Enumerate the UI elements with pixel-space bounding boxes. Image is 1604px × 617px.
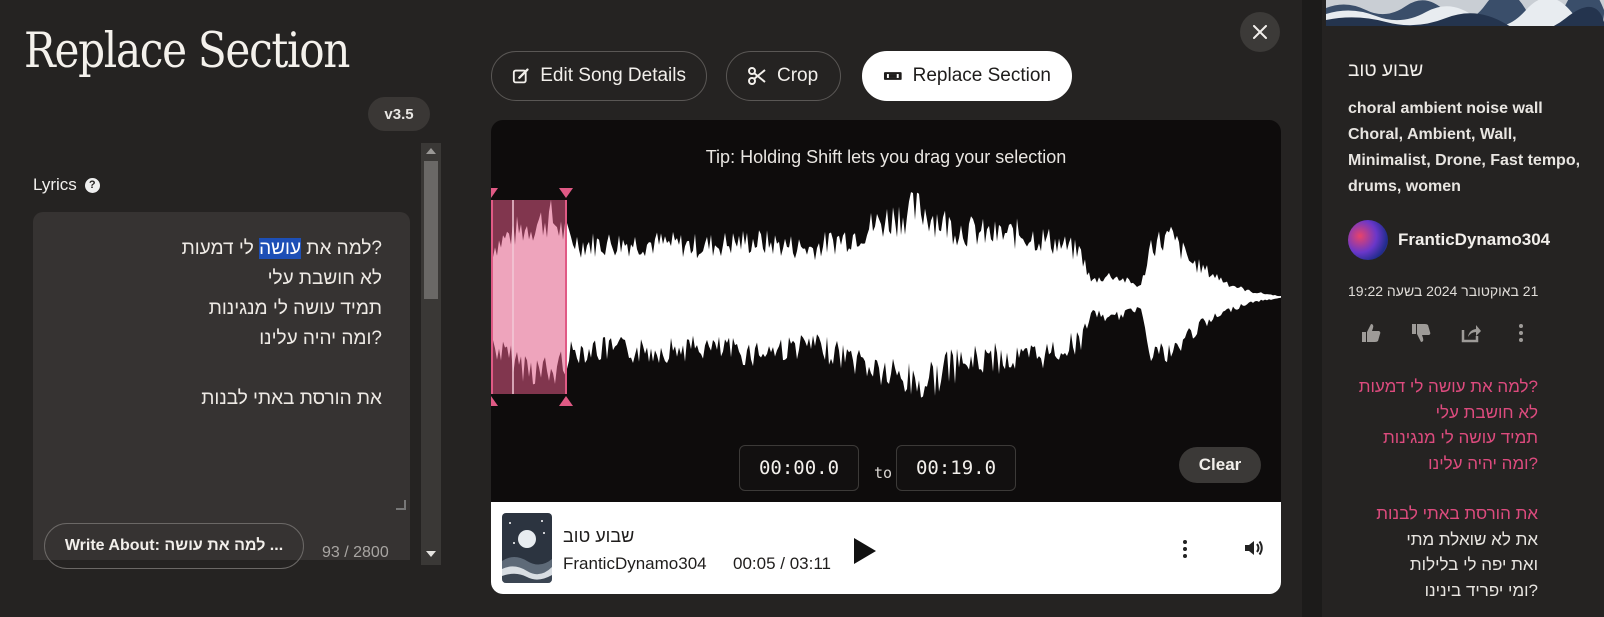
avatar[interactable] [1348, 220, 1388, 260]
song-tags: choral ambient noise wall Choral, Ambien… [1348, 96, 1598, 200]
lyrics-line: ?למה את עושה לי דמעות [162, 234, 382, 264]
lyrics-scrollbar[interactable] [421, 143, 441, 565]
song-lyrics: ?למה את עושה לי דמעות לא חושבת עלי תמיד … [1348, 374, 1538, 603]
player-artist[interactable]: FranticDynamo304 [563, 554, 707, 574]
lyrics-line: את הורסת באתי לבנות [201, 388, 382, 409]
share-icon[interactable] [1460, 322, 1482, 344]
lyrics-label-row: Lyrics ? [33, 175, 100, 195]
tip-text: Tip: Holding Shift lets you drag your se… [705, 147, 1067, 167]
player-bar: שבוע טוב FranticDynamo304 00:05 / 03:11 [491, 502, 1281, 594]
song-details-panel: שבוע טוב choral ambient noise wall Chora… [1322, 0, 1604, 617]
tab-replace-section[interactable]: Replace Section [862, 51, 1072, 101]
lyrics-line: ?ומה יהיה עלינו [1428, 453, 1538, 473]
tags-line[interactable]: Minimalist, Drone, Fast tempo, [1348, 148, 1598, 174]
player-time: 00:05 / 03:11 [733, 554, 831, 573]
like-icon[interactable] [1360, 322, 1382, 344]
lyrics-panel: Replace Section v3.5 Lyrics ? ?למה את עו… [0, 0, 450, 617]
replace-icon [883, 72, 902, 80]
scissors-icon [748, 67, 766, 85]
end-handle-top[interactable] [559, 188, 573, 198]
version-badge[interactable]: v3.5 [368, 97, 430, 131]
tab-crop[interactable]: Crop [726, 51, 841, 101]
more-icon[interactable] [1183, 540, 1187, 561]
volume-icon[interactable] [1243, 538, 1265, 558]
lyrics-line: את הורסת באתי לבנות [1376, 504, 1538, 523]
scroll-down-icon[interactable] [426, 551, 436, 557]
to-label: to [874, 464, 893, 482]
start-handle-top[interactable] [491, 188, 498, 198]
start-time-input[interactable]: 00:00.0 [739, 445, 859, 491]
lyrics-line: ואת יפה לי בלילות [1409, 555, 1538, 574]
start-handle-bottom[interactable] [491, 396, 498, 406]
character-count: 93 / 2800 [322, 544, 389, 561]
page-title: Replace Section [24, 22, 350, 79]
tab-label: Replace Section [912, 65, 1051, 86]
lyrics-gap [1348, 476, 1538, 501]
selected-word: עושה [259, 238, 302, 259]
scroll-up-icon[interactable] [426, 148, 436, 154]
close-button[interactable] [1240, 12, 1280, 52]
lyrics-line [162, 354, 382, 384]
lyrics-text: לי דמעות [181, 238, 260, 259]
lyrics-label: Lyrics [33, 175, 77, 194]
lyrics-text: ?למה את [301, 238, 382, 259]
replace-section-modal: Replace Section v3.5 Lyrics ? ?למה את עו… [0, 0, 1604, 617]
lyrics-line: תמיד עושה לי מנגינות [208, 298, 382, 319]
lyrics-textarea[interactable]: ?למה את עושה לי דמעות לא חושבת עלי תמיד … [33, 212, 410, 560]
more-icon[interactable] [1510, 322, 1532, 344]
lyrics-line: ?ומה יהיה עלינו [259, 328, 382, 349]
creator-row[interactable]: FranticDynamo304 [1348, 220, 1550, 260]
edit-icon [512, 68, 529, 84]
selection-region[interactable] [491, 200, 567, 394]
style-text[interactable]: choral ambient noise wall [1348, 96, 1598, 122]
creator-name[interactable]: FranticDynamo304 [1398, 230, 1550, 250]
lyrics-line: ?ומי יפריד בינינו [1424, 580, 1538, 600]
tab-edit-song-details[interactable]: Edit Song Details [491, 51, 707, 101]
waveform-shape [491, 192, 1281, 398]
panel-divider [1302, 0, 1322, 617]
lyrics-line: לא חושבת עלי [267, 268, 382, 289]
resize-handle[interactable] [396, 500, 406, 510]
cover-image [1326, 0, 1604, 26]
tags-line[interactable]: drums, women [1348, 174, 1598, 200]
action-row [1360, 322, 1532, 344]
clear-button[interactable]: Clear [1179, 447, 1261, 483]
close-icon [1253, 25, 1267, 39]
waveform-editor: Tip: Holding Shift lets you drag your se… [491, 120, 1281, 502]
scroll-thumb[interactable] [424, 161, 438, 299]
lyrics-line: ?למה את עושה לי דמעות [1358, 377, 1538, 396]
song-cover[interactable] [502, 513, 552, 583]
lyrics-line: תמיד עושה לי מנגינות [1382, 428, 1538, 447]
tags-line[interactable]: Choral, Ambient, Wall, [1348, 122, 1598, 148]
end-handle-bottom[interactable] [559, 396, 573, 406]
lyrics-line: לא חושבת עלי [1435, 402, 1538, 422]
tab-label: Edit Song Details [540, 65, 686, 86]
created-date: 21 באוקטובר 2024 בשעה 19:22 [1348, 283, 1539, 299]
tab-label: Crop [777, 65, 819, 86]
player-song-title[interactable]: שבוע טוב [563, 526, 634, 547]
song-title: שבוע טוב [1348, 60, 1424, 81]
write-about-button[interactable]: Write About: למה את עושה ... [44, 523, 304, 569]
dislike-icon[interactable] [1410, 322, 1432, 344]
lyrics-line: את לא שואלת מתי [1406, 529, 1538, 549]
help-icon[interactable]: ? [84, 177, 100, 193]
waveform-canvas[interactable] [491, 188, 1281, 418]
play-icon[interactable] [854, 538, 876, 564]
end-time-input[interactable]: 00:19.0 [896, 445, 1016, 491]
